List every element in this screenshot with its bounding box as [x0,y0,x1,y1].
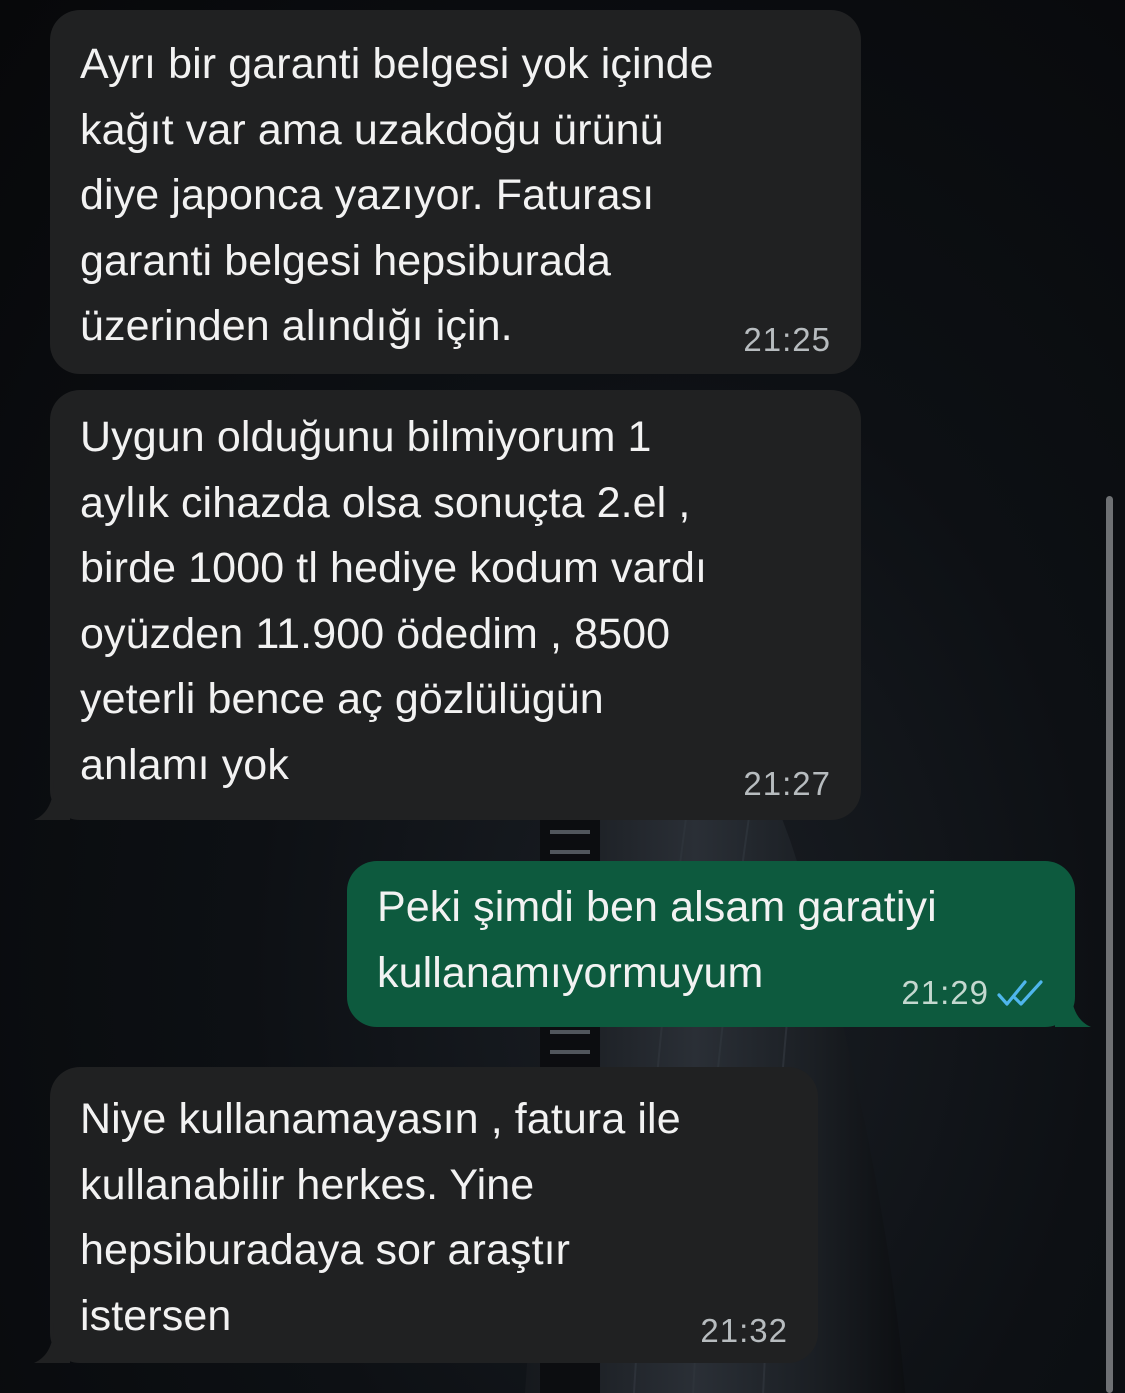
scrollbar[interactable] [1106,496,1113,1393]
message-timestamp: 21:27 [743,767,831,800]
message-time: 21:29 [901,974,989,1011]
message-bubble-incoming[interactable]: Ayrı bir garanti belgesi yok içinde kağı… [50,10,861,374]
message-timestamp: 21:32 [700,1314,788,1347]
bubble-tail-incoming [34,780,70,820]
message-bubble-incoming[interactable]: Niye kullanamayasın , fatura ile kullana… [50,1067,818,1363]
message-text: Niye kullanamayasın , fatura ile kullana… [80,1095,681,1340]
message-timestamp: 21:29 [901,976,1047,1009]
message-time: 21:32 [700,1312,788,1349]
double-check-read-icon [997,979,1043,1006]
message-text: Ayrı bir garanti belgesi yok içinde kağı… [80,40,714,350]
bubble-tail-outgoing [1055,987,1091,1027]
message-text: Uygun olduğunu bilmiyorum 1 aylık cihazd… [80,413,708,789]
message-bubble-incoming[interactable]: Uygun olduğunu bilmiyorum 1 aylık cihazd… [50,390,861,820]
message-timestamp: 21:25 [743,323,831,356]
bubble-tail-incoming [34,1323,70,1363]
message-time: 21:27 [743,765,831,802]
message-time: 21:25 [743,321,831,358]
message-bubble-outgoing[interactable]: Peki şimdi ben alsam garatiyi kullanamıy… [347,861,1075,1027]
